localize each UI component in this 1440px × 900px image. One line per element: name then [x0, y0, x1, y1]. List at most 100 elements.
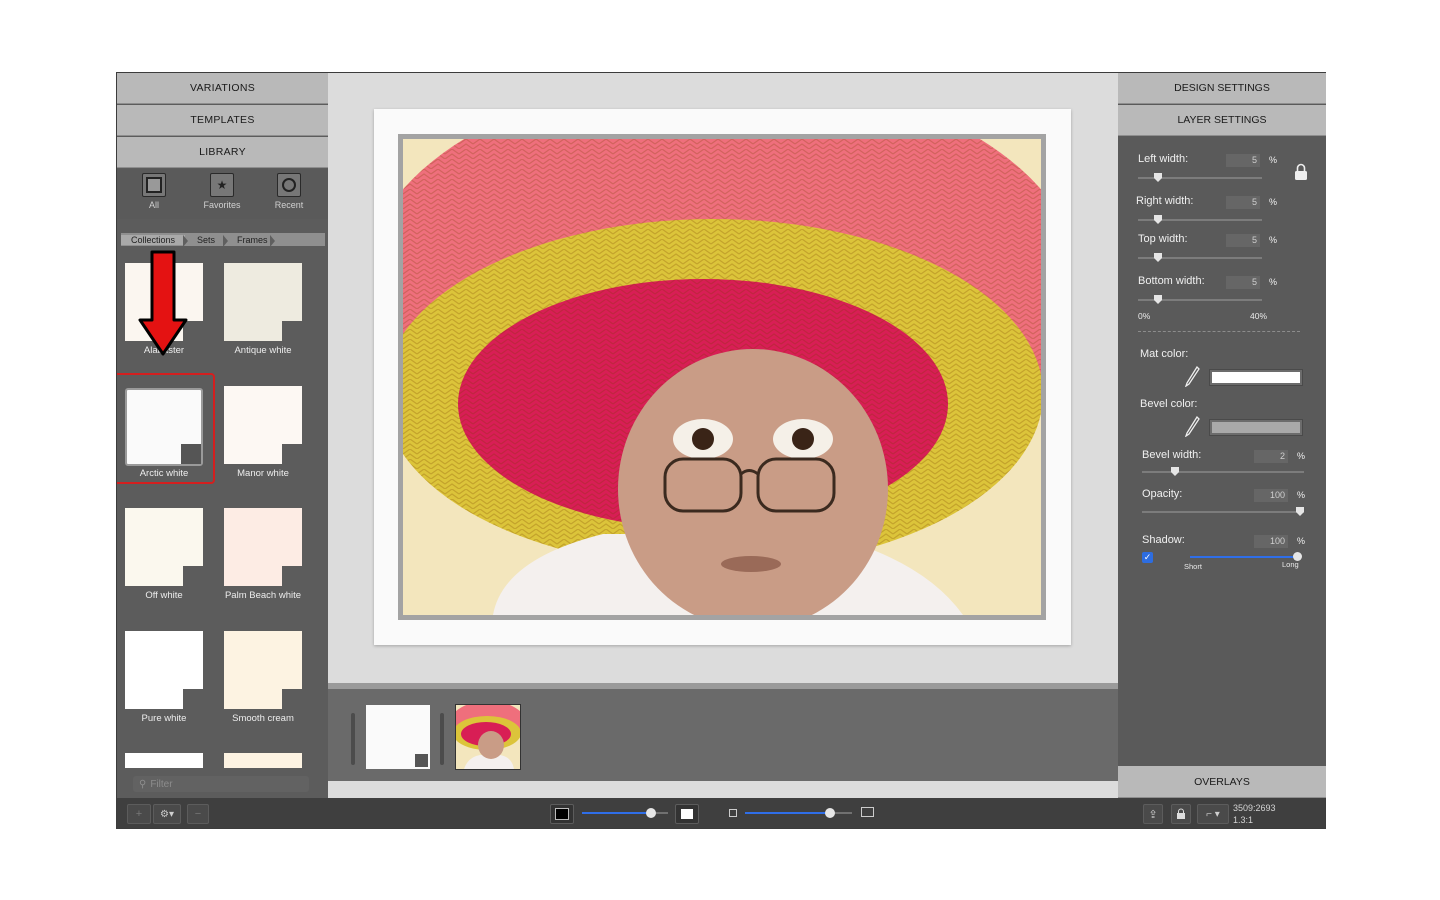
shadow-field[interactable]: 100 — [1254, 535, 1288, 548]
gear-icon: ⚙▾ — [160, 808, 174, 820]
design-settings-header[interactable]: DESIGN SETTINGS — [1118, 73, 1326, 104]
mat-label: Off white — [145, 590, 183, 601]
breadcrumb-frames[interactable]: Frames — [225, 234, 275, 247]
zoom-slider[interactable] — [745, 812, 830, 814]
zoom-slider-knob[interactable] — [825, 808, 835, 818]
top-width-slider-knob[interactable] — [1154, 253, 1162, 262]
bottom-width-field[interactable]: 5 — [1226, 276, 1260, 289]
small-mat-view-button[interactable] — [550, 804, 574, 824]
mat-label: Manor white — [237, 468, 289, 479]
mat-tile-palm-beach-white[interactable]: Palm Beach white — [216, 498, 316, 608]
range-max-label: 40% — [1250, 311, 1268, 321]
layer-settings-header[interactable]: LAYER SETTINGS — [1118, 105, 1326, 136]
bevel-color-well[interactable] — [1209, 419, 1303, 436]
bottom-width-slider-knob[interactable] — [1154, 295, 1162, 304]
mat-size-slider-knob[interactable] — [646, 808, 656, 818]
right-panel: DESIGN SETTINGS LAYER SETTINGS Left widt… — [1118, 73, 1326, 798]
mat-tile-manor-white[interactable]: Manor white — [216, 376, 316, 486]
shadow-slider[interactable] — [1190, 556, 1296, 558]
star-icon: ★ — [210, 173, 234, 197]
red-arrow-annotation-icon — [138, 250, 188, 356]
pixel-dimensions: 3509:2693 — [1233, 803, 1276, 813]
remove-button[interactable]: − — [187, 804, 209, 824]
mat-tile-antique-white[interactable]: Antique white — [216, 253, 316, 363]
export-button[interactable]: ⇪ — [1143, 804, 1163, 824]
right-width-label: Right width: — [1136, 195, 1194, 207]
mat-tile-partial[interactable] — [117, 743, 217, 768]
left-width-field[interactable]: 5 — [1226, 154, 1260, 167]
opacity-slider-knob[interactable] — [1296, 507, 1304, 516]
strip-footer — [328, 781, 1118, 798]
lock-layer-button[interactable] — [1171, 804, 1191, 824]
bottom-width-label: Bottom width: — [1138, 275, 1205, 287]
library-all-label: All — [148, 200, 159, 210]
image-dimensions: 3509:2693 1.3:1 — [1233, 802, 1276, 826]
mat-tile-pure-white[interactable]: Pure white — [117, 621, 217, 731]
crop-menu-button[interactable]: ⌐ ▾ — [1197, 804, 1229, 824]
right-width-slider-knob[interactable] — [1154, 215, 1162, 224]
strip-handle[interactable] — [440, 713, 444, 765]
library-all-button[interactable]: All — [126, 173, 182, 217]
bevel-width-slider[interactable] — [1142, 471, 1304, 473]
add-button[interactable]: + — [127, 804, 151, 824]
bevel-width-slider-knob[interactable] — [1171, 467, 1179, 476]
shadow-max-label: Long — [1282, 560, 1299, 569]
selection-highlight — [117, 373, 215, 484]
canvas-area — [328, 73, 1118, 798]
mat-label: Pure white — [141, 713, 187, 724]
bottom-toolbar: + ⚙▾ − ⇪ ⌐ ▾ 3509:2693 1.3:1 — [117, 798, 1325, 828]
shadow-checkbox[interactable]: ✓ — [1142, 552, 1153, 563]
mat-layer-thumbnail[interactable] — [366, 705, 430, 769]
library-favorites-label: Favorites — [203, 200, 241, 210]
breadcrumb: Collections Sets Frames — [121, 233, 325, 247]
library-favorites-button[interactable]: ★ Favorites — [194, 173, 250, 217]
mat-tile-off-white[interactable]: Off white — [117, 498, 217, 608]
opacity-field[interactable]: 100 — [1254, 489, 1288, 502]
range-min-label: 0% — [1138, 311, 1151, 321]
zoom-out-icon[interactable] — [729, 809, 737, 817]
variations-section-header[interactable]: VARIATIONS — [117, 73, 328, 104]
large-mat-view-button[interactable] — [675, 804, 699, 824]
strip-handle[interactable] — [351, 713, 355, 765]
overlays-header[interactable]: OVERLAYS — [1118, 766, 1326, 798]
right-width-unit: % — [1269, 197, 1278, 207]
mat-label: Palm Beach white — [224, 590, 302, 601]
layer-strip — [328, 683, 1118, 781]
search-icon: ⚲ — [139, 778, 147, 790]
filter-input[interactable]: ⚲ Filter — [133, 776, 309, 792]
library-section-header[interactable]: LIBRARY — [117, 137, 328, 168]
eyedropper-icon[interactable] — [1184, 365, 1200, 387]
mat-tile-partial[interactable] — [216, 743, 316, 768]
opacity-slider[interactable] — [1142, 511, 1304, 513]
mat-tile-smooth-cream[interactable]: Smooth cream — [216, 621, 316, 731]
eyedropper-icon[interactable] — [1184, 415, 1200, 437]
zoom-in-icon[interactable] — [861, 807, 874, 817]
shadow-unit: % — [1297, 536, 1306, 546]
right-width-field[interactable]: 5 — [1226, 196, 1260, 209]
top-width-label: Top width: — [1138, 233, 1188, 245]
mat-swatch — [125, 508, 203, 586]
left-width-slider-knob[interactable] — [1154, 173, 1162, 182]
settings-menu-button[interactable]: ⚙▾ — [153, 804, 181, 824]
black-square-icon — [555, 808, 569, 820]
mat-preview[interactable] — [374, 109, 1071, 645]
left-width-unit: % — [1269, 155, 1278, 165]
filter-placeholder: Filter — [150, 778, 173, 790]
mat-color-well[interactable] — [1209, 369, 1303, 386]
crop-icon: ⌐ ▾ — [1206, 808, 1220, 820]
library-recent-button[interactable]: Recent — [261, 173, 317, 217]
mat-size-slider[interactable] — [582, 812, 652, 814]
top-width-field[interactable]: 5 — [1226, 234, 1260, 247]
breadcrumb-collections[interactable]: Collections — [121, 234, 189, 247]
mat-swatch — [224, 753, 302, 768]
bottom-width-unit: % — [1269, 277, 1278, 287]
mat-swatch — [125, 753, 203, 768]
breadcrumb-sets[interactable]: Sets — [185, 234, 229, 247]
mat-swatch — [125, 631, 203, 709]
photo-layer-thumbnail[interactable] — [455, 704, 521, 770]
lock-icon[interactable] — [1294, 163, 1308, 181]
mat-swatch — [224, 631, 302, 709]
templates-section-header[interactable]: TEMPLATES — [117, 105, 328, 136]
bevel-width-field[interactable]: 2 — [1254, 450, 1288, 463]
photo-image — [403, 139, 1041, 615]
